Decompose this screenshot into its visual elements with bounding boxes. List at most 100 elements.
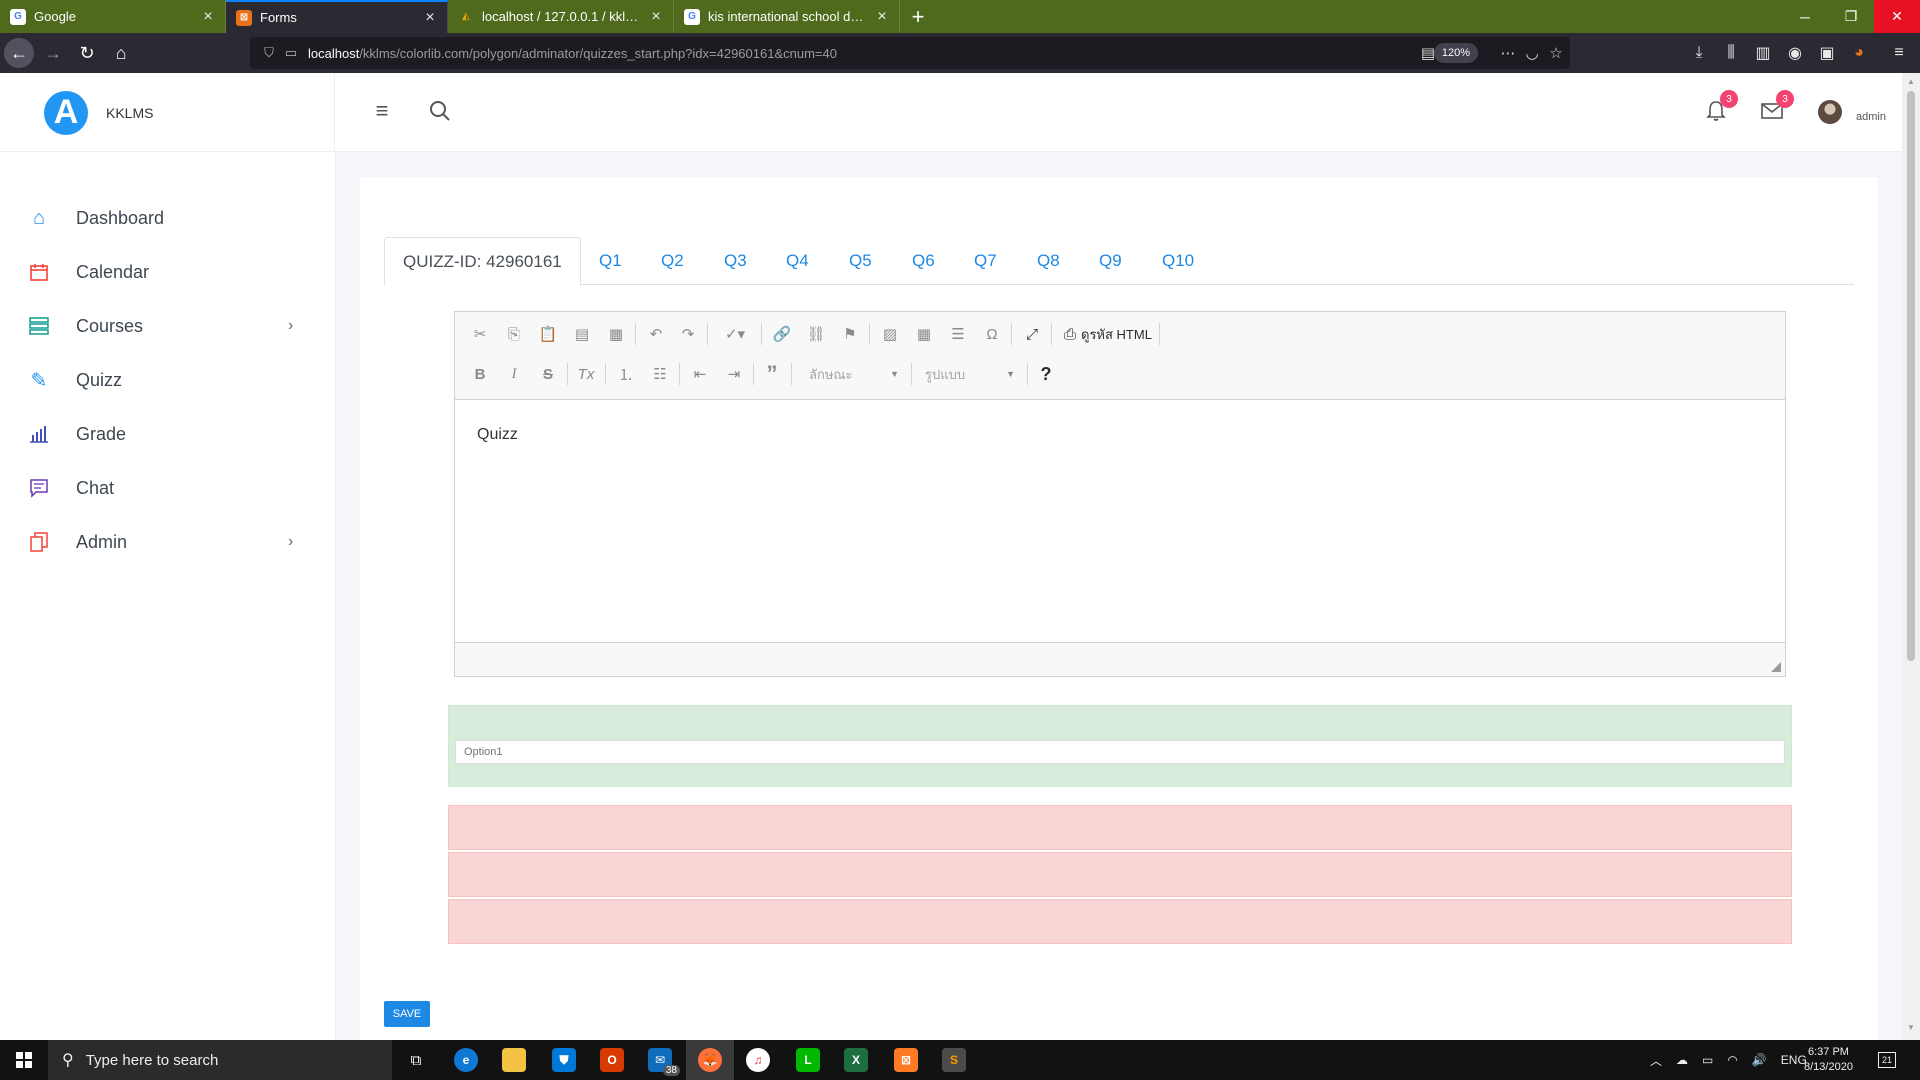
volume-icon[interactable]: 🔊 [1752,1053,1767,1067]
paste-icon[interactable]: 📋 [535,321,561,347]
sidebar-item-courses[interactable]: Courses › [0,304,335,348]
notifications-bell-icon[interactable]: 3 [1700,90,1738,127]
tab-q1[interactable]: Q1 [599,237,622,285]
hamburger-menu-icon[interactable]: ≡ [366,95,398,127]
wifi-icon[interactable]: ◠ [1727,1053,1737,1067]
close-window-icon[interactable]: ✕ [1874,0,1920,33]
spellcheck-icon[interactable]: ✓▾ [715,321,755,347]
clock[interactable]: 6:37 PM 8/13/2020 [1804,1040,1853,1080]
search-icon[interactable] [424,95,456,127]
tab-q2[interactable]: Q2 [661,237,684,285]
help-icon[interactable]: ? [1033,361,1059,387]
tab-q3[interactable]: Q3 [724,237,747,285]
back-arrow-icon[interactable]: ← [4,38,34,68]
browser-tab-forms[interactable]: ⊠ Forms × [226,0,448,33]
close-tab-icon[interactable]: × [649,8,663,24]
page-scrollbar[interactable]: ▲ ▼ [1902,73,1920,1040]
link-icon[interactable]: 🔗 [769,321,795,347]
sidebar-item-admin[interactable]: Admin › [0,520,335,564]
reload-icon[interactable]: ↻ [72,38,102,68]
copy-icon[interactable]: ⎘ [501,321,527,347]
shield-icon[interactable]: ⛉ [258,45,280,61]
anchor-flag-icon[interactable]: ⚑ [837,321,863,347]
extension-cookie-icon[interactable]: ◕ [1846,39,1872,67]
extension-icon[interactable]: ▣ [1814,39,1840,67]
windows-start-icon[interactable] [0,1040,48,1080]
action-center-icon[interactable]: 21 [1878,1040,1896,1080]
tab-q7[interactable]: Q7 [974,237,997,285]
close-tab-icon[interactable]: × [875,8,889,24]
store-app-icon[interactable]: ⛊ [540,1040,588,1080]
taskbar-search[interactable]: ⚲ Type here to search [48,1040,392,1080]
resize-handle-icon[interactable] [1771,662,1781,672]
account-icon[interactable]: ◉ [1782,39,1808,67]
tab-q6[interactable]: Q6 [912,237,935,285]
outdent-icon[interactable]: ⇤ [687,361,713,387]
zoom-indicator[interactable]: 120% [1433,43,1478,63]
unlink-icon[interactable]: ⛓ [803,321,829,347]
tab-quizz-id[interactable]: QUIZZ-ID: 42960161 [384,237,581,286]
library-icon[interactable]: ⫼ [1718,39,1744,67]
sidebar-item-chat[interactable]: Chat [0,466,335,510]
forward-arrow-icon[interactable]: → [38,38,68,68]
download-icon[interactable]: ⤓ [1686,39,1712,67]
sidebar-toggle-icon[interactable]: ▥ [1750,39,1776,67]
numbered-list-icon[interactable]: ⒈ [613,361,639,387]
xampp-app-icon[interactable]: ⊠ [882,1040,930,1080]
option-wrong[interactable] [448,805,1792,850]
brand[interactable]: A KKLMS [0,73,335,152]
redo-icon[interactable]: ↷ [675,321,701,347]
browser-tab-kis[interactable]: G kis international school departn × [674,0,900,33]
save-button[interactable]: SAVE [384,1001,430,1027]
remove-format-icon[interactable]: Tx [573,361,599,387]
avatar[interactable] [1818,100,1842,124]
browser-tab-phpmyadmin[interactable]: ◭ localhost / 127.0.0.1 / kklms / q × [448,0,674,33]
paste-word-icon[interactable]: ▦ [603,321,629,347]
special-char-omega-icon[interactable]: Ω [979,321,1005,347]
strikethrough-icon[interactable]: S [535,361,561,387]
sidebar-item-calendar[interactable]: Calendar [0,250,335,294]
firefox-app-icon[interactable]: 🦊 [686,1040,734,1080]
line-app-icon[interactable]: L [784,1040,832,1080]
excel-app-icon[interactable]: X [832,1040,880,1080]
option-wrong[interactable] [448,899,1792,944]
view-html-source-button[interactable]: ดูรหัส HTML [1081,321,1152,347]
option1-input[interactable] [455,740,1785,764]
table-icon[interactable]: ▦ [911,321,937,347]
scroll-up-icon[interactable]: ▲ [1906,77,1916,86]
blockquote-icon[interactable]: ” [759,361,785,387]
sidebar-item-dashboard[interactable]: ⌂ Dashboard [0,196,335,240]
italic-icon[interactable]: I [501,361,527,387]
tab-q10[interactable]: Q10 [1162,237,1194,285]
bulleted-list-icon[interactable]: ☷ [647,361,673,387]
undo-icon[interactable]: ↶ [643,321,669,347]
editor-body[interactable]: Quizz [455,400,1785,642]
pocket-icon[interactable]: ◡ [1520,41,1544,65]
image-icon[interactable]: ▨ [877,321,903,347]
edge-app-icon[interactable]: e [442,1040,490,1080]
tab-q9[interactable]: Q9 [1099,237,1122,285]
more-actions-icon[interactable]: ⋯ [1496,41,1520,65]
mail-app-icon[interactable]: ✉ 38 [636,1040,684,1080]
messages-mail-icon[interactable]: 3 [1756,90,1794,127]
paste-text-icon[interactable]: ▤ [569,321,595,347]
tab-q4[interactable]: Q4 [786,237,809,285]
task-view-icon[interactable]: ⧉ [392,1040,440,1080]
url-bar[interactable]: ⛉ ▭ localhost/kklms/colorlib.com/polygon… [250,37,1570,69]
style-combo[interactable]: รูปแบบ ▼ [925,361,1015,387]
scroll-thumb[interactable] [1907,91,1915,661]
horizontal-rule-icon[interactable]: ☰ [945,321,971,347]
tray-chevron-up-icon[interactable]: ︿ [1650,1052,1662,1069]
maximize-icon[interactable]: ⤢ [1019,321,1045,347]
indent-icon[interactable]: ⇥ [721,361,747,387]
cut-icon[interactable]: ✂ [467,321,493,347]
sidebar-item-grade[interactable]: Grade [0,412,335,456]
username[interactable]: admin [1856,111,1886,123]
minimize-window-icon[interactable]: ─ [1782,0,1828,33]
close-tab-icon[interactable]: × [201,8,215,24]
sidebar-item-quizz[interactable]: ✎ Quizz [0,358,335,402]
onedrive-cloud-icon[interactable]: ☁ [1676,1053,1688,1067]
battery-icon[interactable]: ▭ [1702,1053,1713,1067]
sublime-app-icon[interactable]: S [930,1040,978,1080]
office-app-icon[interactable]: O [588,1040,636,1080]
